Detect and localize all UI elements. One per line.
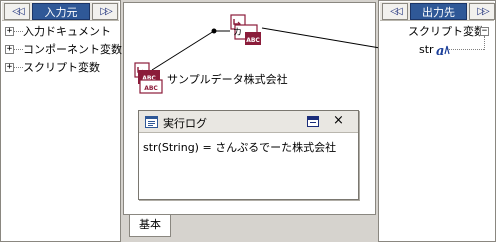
- tree-line: [484, 36, 485, 50]
- close-button[interactable]: ×: [333, 113, 344, 128]
- execution-log-window: 実行ログ × str(String) = さんぷるでーた株式会社: [138, 110, 359, 200]
- convert-node-icon[interactable]: ABC カ: [230, 14, 261, 45]
- convert-node-label: カ: [233, 28, 243, 38]
- output-prev-button[interactable]: ◁◁: [382, 3, 408, 20]
- output-panel-header: ◁◁ 出力先 ▷▷: [380, 2, 495, 21]
- tree-item-output-script-variables[interactable]: スクリプト変数: [408, 23, 485, 40]
- maximize-icon[interactable]: [307, 116, 319, 130]
- output-next-button[interactable]: ▷▷: [469, 3, 495, 20]
- output-panel-title: 出力先: [410, 3, 467, 20]
- canvas-tab-bar: 基本: [123, 215, 376, 240]
- execution-log-header: 実行ログ ×: [139, 111, 358, 133]
- svg-text:ABC: ABC: [144, 85, 158, 92]
- string-type-icon: a: [436, 43, 452, 60]
- output-panel: ◁◁ 出力先 ▷▷ スクリプト変数 − str a: [378, 0, 496, 242]
- sample-data-node-label[interactable]: サンプルデータ株式会社: [167, 71, 288, 87]
- tree-line: [447, 49, 484, 50]
- execution-log-title: 実行ログ: [163, 117, 207, 130]
- mapping-line: [261, 27, 381, 49]
- log-icon: [145, 116, 158, 131]
- execution-log-content: str(String) = さんぷるでーた株式会社: [143, 141, 337, 154]
- sample-data-node-icon[interactable]: ABC ABC: [134, 62, 164, 94]
- tree-item-str-variable[interactable]: str: [419, 41, 434, 58]
- svg-text:a: a: [436, 44, 444, 57]
- tab-basic[interactable]: 基本: [129, 215, 171, 237]
- collapse-icon[interactable]: −: [480, 27, 489, 36]
- svg-text:ABC: ABC: [246, 37, 260, 44]
